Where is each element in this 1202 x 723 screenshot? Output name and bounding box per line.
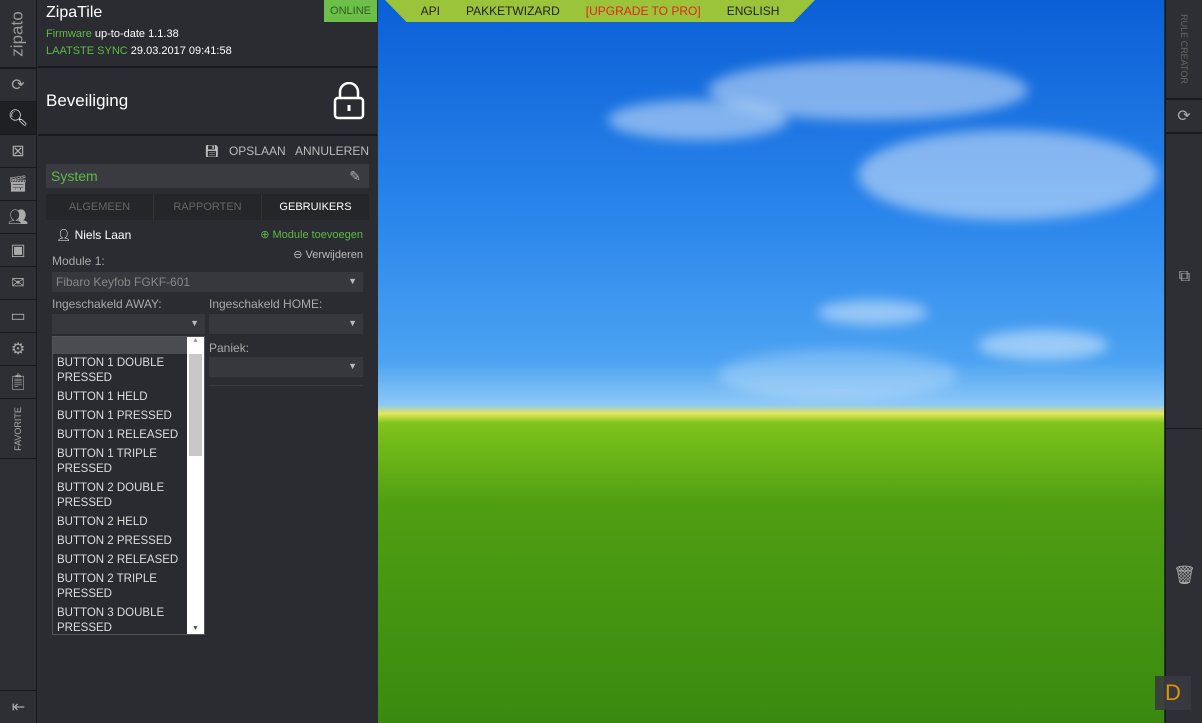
firmware-value: up-to-date 1.1.38: [94, 28, 179, 40]
sync-label: LAATSTE SYNC: [46, 45, 128, 57]
right-rail: RULE CREATOR ⟳ ⧉ 🗑︎: [1165, 0, 1202, 723]
floppy-icon: 💾︎: [204, 144, 220, 158]
dropdown-option[interactable]: BUTTON 1 TRIPLE PRESSED: [53, 445, 188, 479]
remove-button[interactable]: ⊖ Verwijderen: [293, 248, 363, 268]
wizard-link[interactable]: PAKKETWIZARD: [466, 4, 560, 18]
tab-gebruikers[interactable]: GEBRUIKERS: [262, 194, 369, 220]
dropdown-option[interactable]: BUTTON 1 HELD: [53, 388, 188, 407]
scroll-down-icon[interactable]: ▼: [187, 625, 204, 632]
dropdown-option[interactable]: BUTTON 2 HELD: [53, 513, 188, 532]
user-icon: 👤︎: [56, 228, 72, 242]
clipboard-icon[interactable]: 📋︎: [0, 366, 36, 399]
dropdown-option[interactable]: BUTTON 1 DOUBLE PRESSED: [53, 354, 188, 388]
device-header: ZipaTile ONLINE Firmware up-to-date 1.1.…: [38, 0, 377, 68]
section-title: Beveiliging: [46, 91, 129, 110]
divider: [209, 385, 363, 386]
sync-icon[interactable]: ⟳: [0, 69, 36, 102]
favorite-tab[interactable]: FAVORITE: [0, 399, 36, 459]
dropdown-option[interactable]: BUTTON 2 TRIPLE PRESSED: [53, 570, 188, 604]
dropdown-option[interactable]: BUTTON 2 PRESSED: [53, 532, 188, 551]
module-select[interactable]: Fibaro Keyfob FGKF-601 ▼: [52, 272, 363, 292]
trash-icon[interactable]: 🗑︎: [1166, 565, 1202, 586]
search-icon[interactable]: 🔍︎: [0, 102, 36, 135]
background-image: [378, 0, 1164, 723]
language-link[interactable]: ENGLISH: [727, 4, 780, 18]
sync-value: 29.03.2017 09:41:58: [130, 45, 232, 57]
device-title: ZipaTile: [46, 4, 103, 21]
rule-creator-tab[interactable]: RULE CREATOR: [1166, 0, 1202, 100]
dropdown-option[interactable]: BUTTON 3 DOUBLE PRESSED: [53, 604, 188, 634]
dropdown-option[interactable]: BUTTON 2 RELEASED: [53, 551, 188, 570]
divider: [1166, 428, 1202, 429]
tab-bar: ALGEMEEN RAPPORTEN GEBRUIKERS: [46, 194, 369, 220]
dropdown-scrollbar[interactable]: ▲ ▼: [187, 337, 204, 634]
left-icon-rail: zipato ⟳ 🔍︎ ⊠ 🎬︎ 👥︎ ▣ ✉ ▭ ⚙ 📋︎ FAVORITE …: [0, 0, 37, 723]
chevron-down-icon: ▼: [190, 318, 199, 328]
chevron-down-icon: ▼: [348, 361, 357, 371]
dropdown-option-empty[interactable]: [53, 337, 188, 354]
devices-icon[interactable]: ⊠: [0, 135, 36, 168]
dropdown-option[interactable]: BUTTON 1 RELEASED: [53, 426, 188, 445]
settings-icon[interactable]: ⚙: [0, 333, 36, 366]
logout-icon[interactable]: ⇤: [0, 690, 37, 723]
section-header: Beveiliging: [38, 68, 377, 136]
contacts-icon[interactable]: ▣: [0, 234, 36, 267]
users-icon[interactable]: 👥︎: [0, 201, 36, 234]
edit-pencil-icon[interactable]: ✎: [349, 168, 361, 185]
scrollbar-thumb[interactable]: [189, 354, 202, 456]
upgrade-link[interactable]: [UPGRADE TO PRO]: [586, 4, 701, 18]
cancel-button[interactable]: ANNULEREN: [295, 144, 369, 158]
wallet-icon[interactable]: ▭: [0, 300, 36, 333]
panic-select[interactable]: ▼: [209, 357, 363, 377]
firmware-label: Firmware: [46, 28, 92, 40]
tab-algemeen[interactable]: ALGEMEEN: [46, 194, 153, 220]
home-label: Ingeschakeld HOME:: [209, 297, 323, 311]
add-module-button[interactable]: ⊕ Module toevoegen: [260, 228, 363, 242]
panic-label: Paniek:: [209, 341, 250, 355]
away-dropdown-list[interactable]: BUTTON 1 DOUBLE PRESSED BUTTON 1 HELD BUTT…: [52, 336, 205, 635]
dropdown-option[interactable]: BUTTON 1 PRESSED: [53, 407, 188, 426]
away-label: Ingeschakeld AWAY:: [52, 297, 162, 311]
scenes-icon[interactable]: 🎬︎: [0, 168, 36, 201]
chevron-down-icon: ▼: [348, 276, 357, 286]
home-select[interactable]: ▼: [209, 314, 363, 334]
plus-circle-icon: ⊕: [260, 229, 270, 241]
user-name: 👤︎ Niels Laan: [56, 228, 132, 242]
minus-circle-icon: ⊖: [293, 249, 303, 261]
dropdown-option[interactable]: BUTTON 2 DOUBLE PRESSED: [53, 479, 188, 513]
away-select[interactable]: ▼: [52, 314, 205, 334]
api-link[interactable]: API: [421, 4, 440, 18]
chevron-down-icon: ▼: [348, 318, 357, 328]
external-link-icon[interactable]: ⧉: [1166, 268, 1202, 286]
refresh-icon[interactable]: ⟳: [1166, 100, 1202, 134]
messages-icon[interactable]: ✉: [0, 267, 36, 300]
save-button[interactable]: 💾︎ OPSLAAN: [198, 144, 285, 158]
tab-rapporten[interactable]: RAPPORTEN: [153, 194, 262, 220]
zipato-logo[interactable]: zipato: [0, 0, 36, 69]
lock-icon: [333, 82, 365, 120]
d-logo-button[interactable]: D: [1155, 676, 1191, 710]
system-name-bar: System ✎: [46, 164, 369, 188]
status-badge: ONLINE: [324, 0, 377, 22]
scroll-up-icon[interactable]: ▲: [187, 337, 204, 344]
module-label: Module 1:: [52, 254, 105, 268]
system-name: System: [51, 168, 98, 184]
top-nav: API PAKKETWIZARD [UPGRADE TO PRO] ENGLIS…: [385, 0, 815, 22]
